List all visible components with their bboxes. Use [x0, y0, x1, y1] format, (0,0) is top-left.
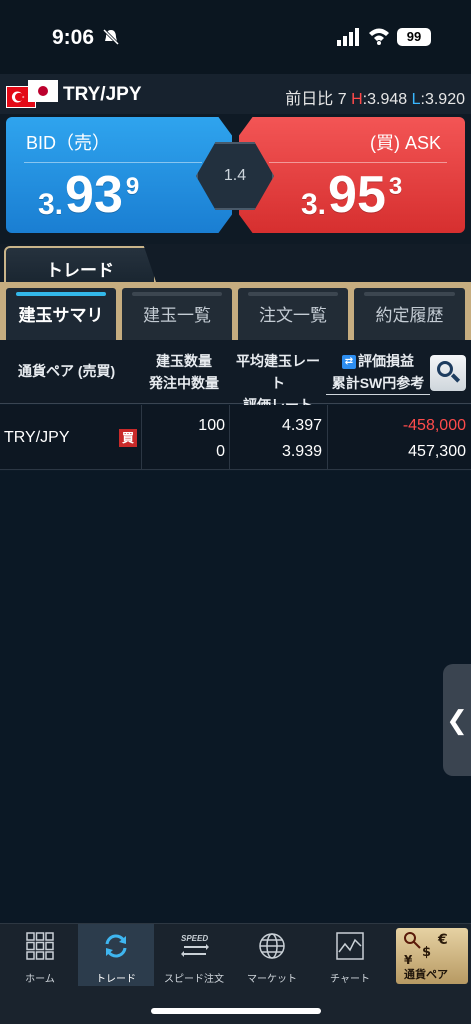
search-button[interactable]: [430, 355, 466, 391]
trade-tab-row: トレード: [0, 244, 471, 282]
svg-text:$: $: [422, 945, 431, 960]
low-value: :3.920: [420, 91, 465, 108]
table-header: 通貨ペア (売買) 建玉数量 発注中数量 平均建玉レート 評価レート ⇄評価損益…: [0, 340, 471, 413]
bid-price-big: 93: [65, 166, 123, 224]
tab-trade-label: トレード: [46, 261, 114, 280]
currency-pair-bar: TRY/JPY 前日比 7 H:3.948 L:3.920: [0, 74, 471, 114]
row-pending-quantity: 0: [216, 443, 225, 460]
svg-text:¥: ¥: [404, 953, 413, 966]
ask-divider: [269, 162, 447, 163]
header-pl-line1: 評価損益: [358, 353, 414, 369]
bid-price-small: 3.: [38, 188, 64, 221]
side-badge: 買: [119, 429, 137, 447]
ask-price-pip: 3: [388, 173, 403, 200]
cellular-signal-icon: [337, 28, 359, 46]
row-pair: TRY/JPY: [4, 429, 70, 446]
status-bar: 9:06 99: [0, 0, 471, 74]
swap-toggle-icon[interactable]: ⇄: [342, 355, 356, 370]
header-pair: 通貨ペア (売買): [18, 363, 116, 379]
japan-flag-icon: [28, 80, 58, 102]
tab-position-summary[interactable]: 建玉サマリ: [6, 288, 116, 340]
high-value: :3.948: [362, 91, 408, 108]
side-drawer-handle[interactable]: ❮: [443, 664, 471, 776]
change-label: 前日比: [285, 91, 334, 108]
header-profit-loss[interactable]: ⇄ 評価損益 累計SW円参考: [326, 350, 430, 395]
refresh-icon: [105, 934, 127, 958]
nav-home-label: ホーム: [25, 974, 55, 985]
nav-trade[interactable]: トレード: [78, 924, 154, 986]
nav-currency-pair[interactable]: € $ ¥ 通貨ペア: [396, 928, 468, 984]
ask-label: (買) ASK: [369, 133, 441, 153]
pair-name[interactable]: TRY/JPY: [63, 84, 142, 106]
ask-price-small: 3.: [301, 188, 327, 221]
battery-indicator: 99: [397, 28, 431, 46]
nav-currency-pair-label: 通貨ペア: [404, 969, 448, 981]
nav-speed-order-label: スピード注文: [164, 974, 224, 985]
nav-home[interactable]: ホーム: [2, 924, 78, 986]
bid-divider: [24, 162, 202, 163]
row-swap-total: 457,300: [408, 443, 466, 460]
wifi-icon: [369, 28, 389, 45]
grid-icon: [26, 932, 54, 960]
globe-icon: [259, 933, 285, 959]
nav-speed-order[interactable]: SPEED スピード注文: [156, 924, 232, 986]
ask-price: 3. 95 3: [301, 165, 402, 225]
nav-chart-label: チャート: [330, 974, 370, 985]
chevron-left-icon: ❮: [446, 705, 468, 735]
content-area: [0, 471, 471, 923]
header-qty-line2: 発注中数量: [149, 375, 219, 391]
bid-label: BID（売）: [26, 133, 111, 153]
sub-tab-bar: 建玉サマリ 建玉一覧 注文一覧 約定履歴: [0, 282, 471, 340]
price-stats: 前日比 7 H:3.948 L:3.920: [285, 85, 465, 109]
row-profit-loss: -458,000: [402, 417, 466, 434]
tab-position-list[interactable]: 建玉一覧: [122, 288, 232, 340]
bid-price-pip: 9: [125, 173, 140, 200]
header-qty-line1: 建玉数量: [156, 353, 212, 369]
bell-muted-icon: [102, 28, 120, 46]
row-average-rate: 4.397: [281, 417, 322, 434]
header-rate-line1: 平均建玉レート: [236, 353, 320, 391]
speed-icon: SPEED: [181, 934, 209, 957]
bid-price: 3. 93 9: [38, 165, 139, 225]
currency-icon: € $ ¥: [404, 932, 448, 966]
svg-text:SPEED: SPEED: [181, 934, 208, 943]
home-indicator: [151, 1008, 321, 1014]
ask-price-big: 95: [328, 166, 386, 224]
row-quantity: 100: [198, 417, 225, 434]
tab-trade[interactable]: トレード: [4, 246, 156, 282]
nav-market[interactable]: マーケット: [234, 924, 310, 986]
tab-order-list[interactable]: 注文一覧: [238, 288, 348, 340]
chart-icon: [336, 932, 364, 960]
low-label: L: [411, 91, 421, 108]
nav-market-label: マーケット: [247, 974, 297, 985]
svg-text:€: €: [437, 932, 448, 948]
clock: 9:06: [52, 26, 95, 49]
header-quantity: 建玉数量 発注中数量: [148, 350, 220, 394]
row-evaluation-rate: 3.939: [281, 443, 322, 460]
change-value: 7: [337, 91, 347, 108]
tab-execution-history[interactable]: 約定履歴: [354, 288, 465, 340]
price-panel: BID（売） 3. 93 9 (買) ASK 3. 95 3 1.4: [0, 114, 471, 244]
high-label: H: [351, 91, 363, 108]
nav-trade-label: トレード: [96, 974, 136, 985]
table-row[interactable]: TRY/JPY 買 100 0 4.397 3.939 -458,000 457…: [0, 405, 471, 470]
header-pl-line2[interactable]: 累計SW円参考: [326, 372, 430, 395]
nav-chart[interactable]: チャート: [312, 924, 388, 986]
